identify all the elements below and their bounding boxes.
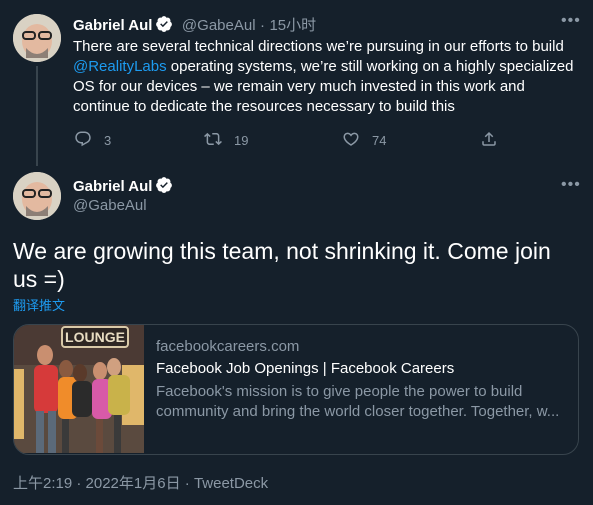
card-description: Facebook's mission is to give people the…	[156, 383, 560, 420]
retweet-button[interactable]: 19	[204, 130, 248, 151]
like-button[interactable]: 74	[342, 130, 386, 151]
like-count: 74	[372, 133, 387, 148]
like-icon	[342, 130, 360, 151]
thread-line	[36, 66, 38, 166]
time-ago[interactable]: 15小时	[269, 17, 316, 34]
card-text: facebookcareers.com Facebook Job Opening…	[144, 325, 578, 454]
more-icon[interactable]: •••	[561, 176, 581, 194]
card-image: LOUNGE	[14, 325, 144, 453]
separator-dot: ·	[259, 17, 265, 34]
main-tweet-author[interactable]: Gabriel Aul	[73, 176, 173, 196]
share-icon	[480, 130, 498, 151]
tweet-text-part: There are several technical directions w…	[73, 38, 564, 55]
author-name[interactable]: Gabriel Aul	[73, 178, 152, 195]
verified-badge-icon	[155, 15, 173, 33]
link-card[interactable]: LOUNGE facebookcareers.com Facebook Job …	[13, 324, 579, 455]
share-button[interactable]	[480, 130, 498, 151]
main-tweet-text: We are growing this team, not shrinking …	[13, 238, 551, 292]
card-image-sign: LOUNGE	[65, 329, 125, 345]
verified-badge-icon	[155, 176, 173, 194]
reply-tweet-text: There are several technical directions w…	[73, 37, 578, 117]
author-handle[interactable]: @GabeAul	[182, 17, 256, 34]
retweet-count: 19	[234, 133, 249, 148]
tweet-meta: 上午2:19 · 2022年1月6日 · TweetDeck	[13, 472, 268, 493]
author-handle[interactable]: @GabeAul	[73, 197, 147, 214]
author-name[interactable]: Gabriel Aul	[73, 17, 152, 34]
meta-separator: ·	[180, 475, 194, 492]
mention-link[interactable]: @RealityLabs	[73, 58, 167, 75]
translate-tweet-link[interactable]: 翻译推文	[13, 295, 65, 314]
more-icon[interactable]: •••	[561, 12, 581, 30]
reply-count: 3	[104, 133, 112, 148]
card-title: Facebook Job Openings | Facebook Careers	[156, 360, 455, 377]
reply-icon	[74, 130, 92, 151]
reply-button[interactable]: 3	[74, 130, 111, 151]
tweet-source[interactable]: TweetDeck	[194, 475, 268, 492]
avatar[interactable]	[13, 14, 61, 62]
retweet-icon	[204, 130, 222, 151]
tweet-timestamp[interactable]: 上午2:19 · 2022年1月6日	[13, 475, 181, 492]
reply-tweet-header: Gabriel Aul @GabeAul · 15小时	[73, 14, 553, 35]
avatar[interactable]	[13, 172, 61, 220]
card-domain: facebookcareers.com	[156, 338, 300, 355]
